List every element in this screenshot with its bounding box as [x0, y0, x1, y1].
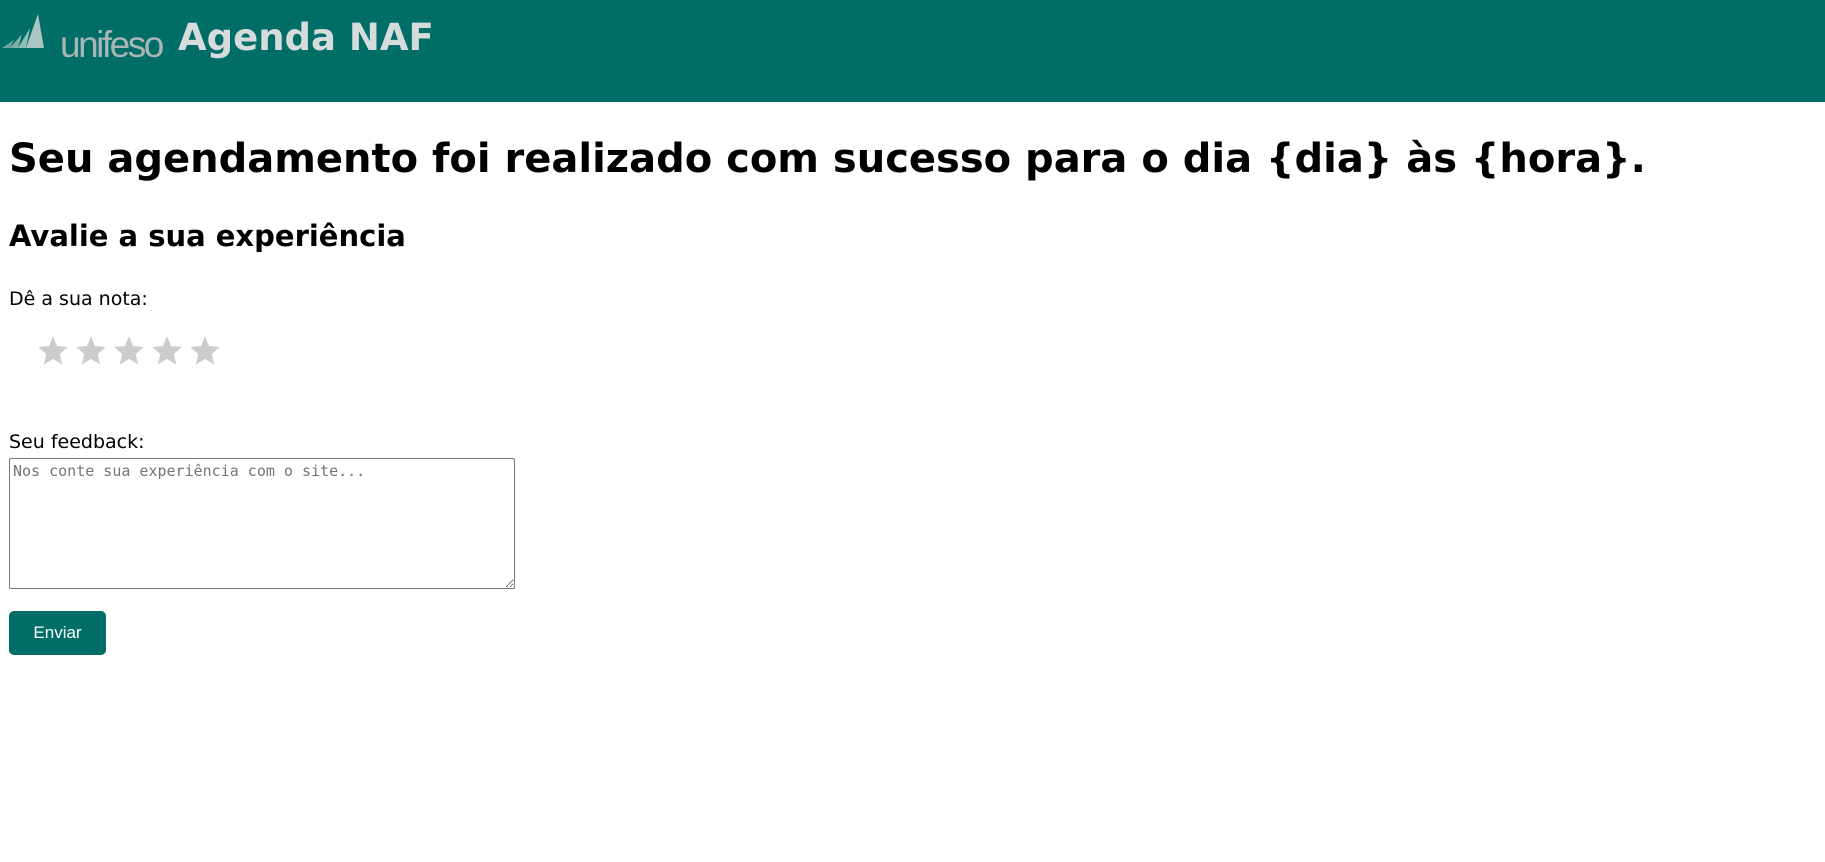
feedback-textarea[interactable] — [9, 458, 515, 589]
rating-heading: Avalie a sua experiência — [9, 219, 406, 253]
submit-button[interactable]: Enviar — [9, 611, 106, 655]
logo-mark-icon — [2, 14, 44, 48]
rating-label: Dê a sua nota: — [9, 288, 148, 310]
star-icon[interactable] — [74, 334, 108, 368]
star-icon[interactable] — [112, 334, 146, 368]
top-header: unifeso Agenda NAF — [0, 0, 1825, 102]
logo-text: unifeso — [60, 24, 164, 65]
star-icon[interactable] — [188, 334, 222, 368]
unifeso-logo-icon[interactable]: unifeso — [2, 12, 172, 65]
success-message: Seu agendamento foi realizado com sucess… — [9, 136, 1646, 182]
star-icon[interactable] — [150, 334, 184, 368]
feedback-label: Seu feedback: — [9, 431, 145, 453]
star-rating — [36, 334, 222, 368]
app-title: Agenda NAF — [178, 16, 434, 59]
star-icon[interactable] — [36, 334, 70, 368]
